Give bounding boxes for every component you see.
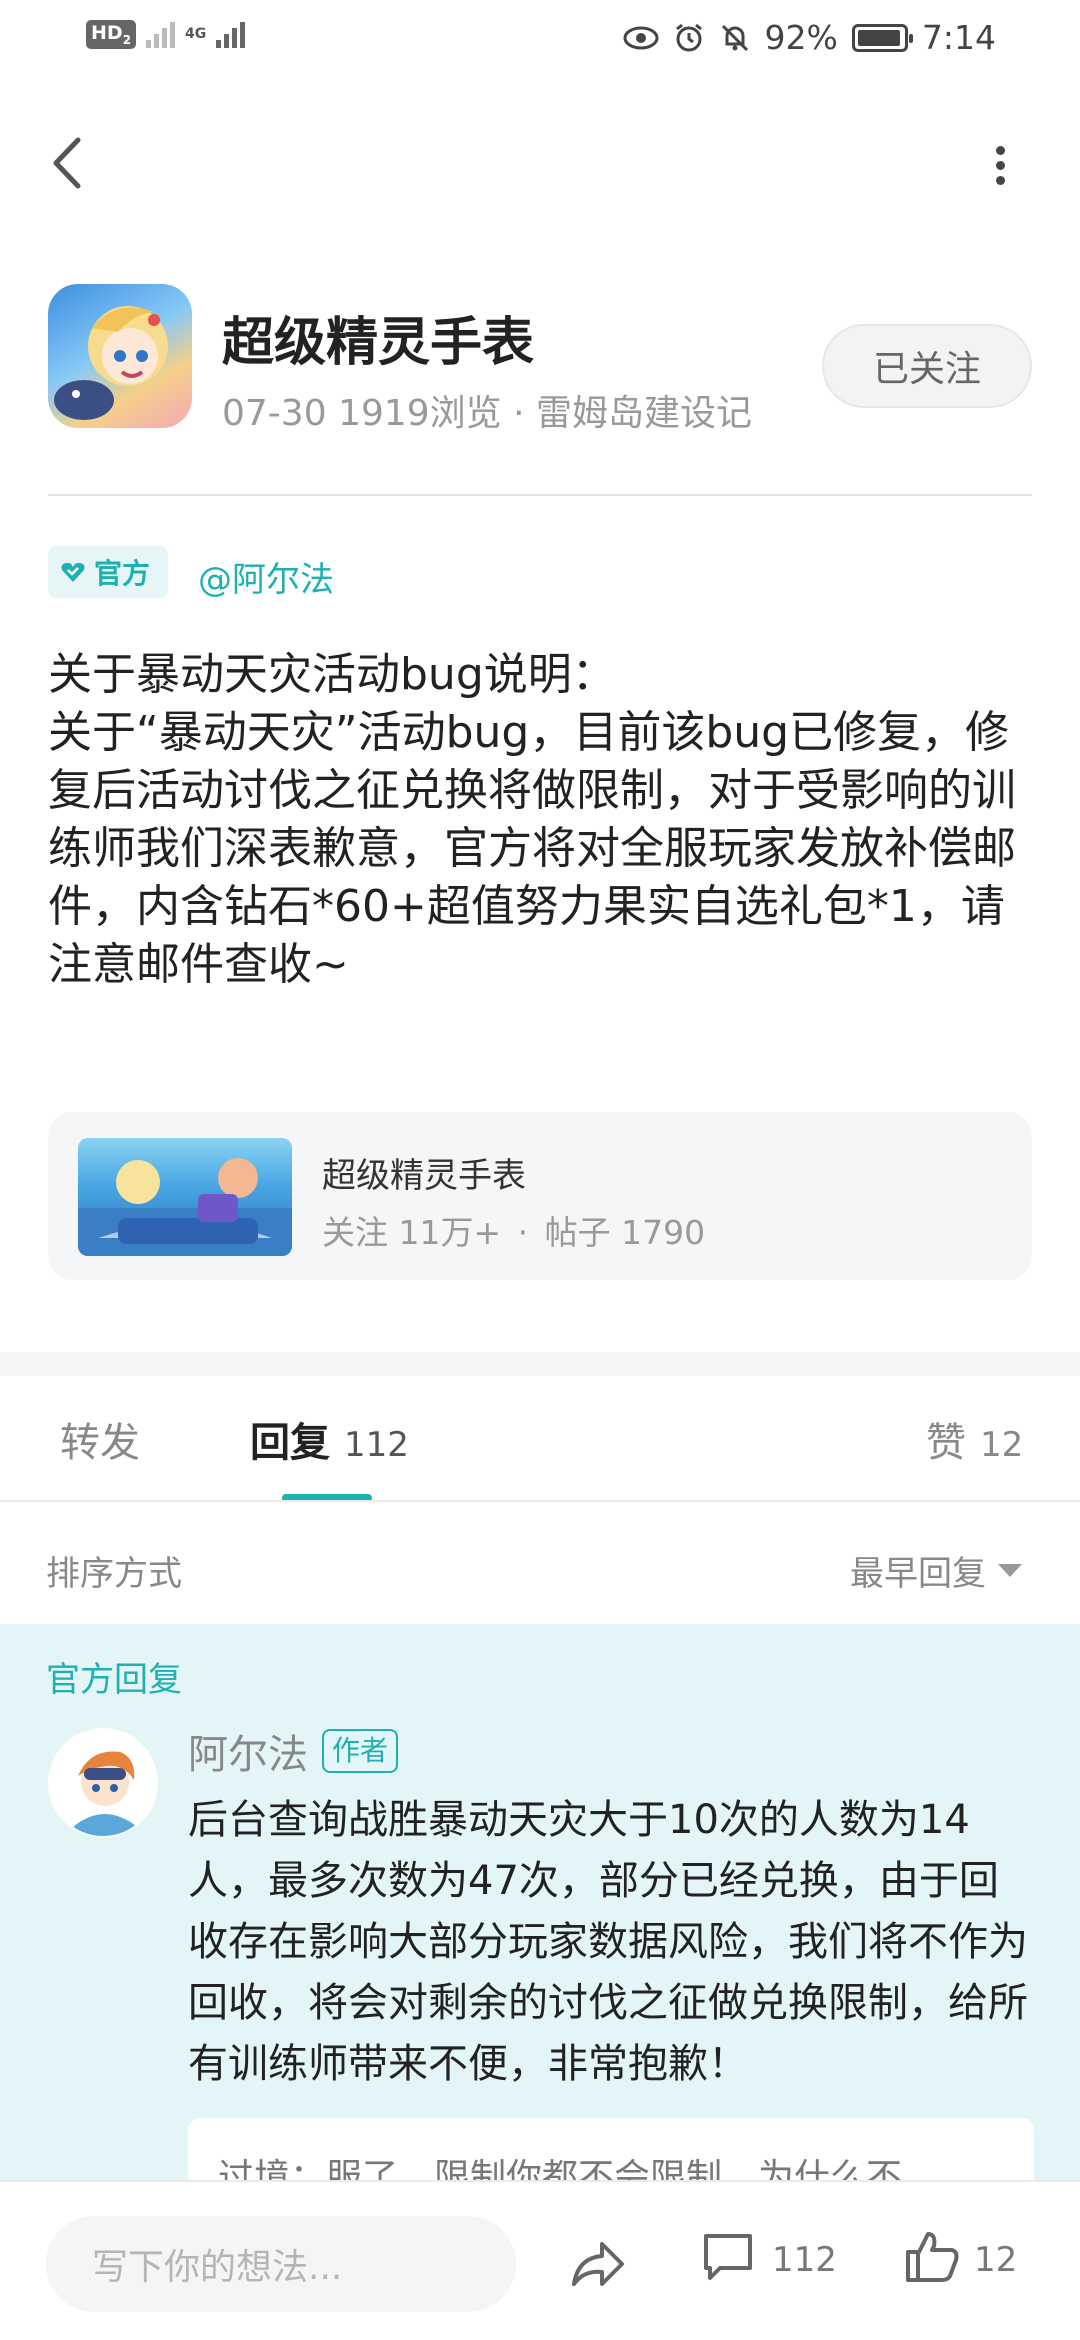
chevron-down-icon	[998, 1564, 1022, 1577]
comment-input[interactable]: 写下你的想法...	[46, 2216, 516, 2312]
hd-indicator: HD2	[86, 20, 137, 49]
comment-count: 112	[772, 2240, 837, 2280]
reply-author: 阿尔法 作者	[188, 1722, 399, 1780]
share-icon[interactable]	[566, 2234, 626, 2294]
follow-button[interactable]: 已关注	[822, 324, 1032, 408]
official-badge: 官方	[48, 546, 169, 598]
tab-forward[interactable]: 转发	[60, 1410, 140, 1468]
like-count: 12	[980, 1425, 1024, 1465]
clock: 7:14	[921, 18, 996, 57]
battery-icon	[851, 23, 913, 52]
more-options-icon[interactable]	[980, 140, 1020, 190]
post-views: 1919浏览	[338, 393, 502, 434]
signal-x-icon	[146, 20, 176, 49]
post-body-text: 关于“暴动天灾”活动bug，目前该bug已修复，修复后活动讨伐之征兑换将做限制，…	[48, 707, 1016, 990]
reply-count: 112	[344, 1425, 409, 1465]
divider	[0, 1500, 1080, 1502]
game-banner-image	[78, 1138, 292, 1256]
post-meta: 07-30 1919浏览 · 雷姆岛建设记	[222, 384, 752, 436]
tab-reply[interactable]: 回复 112	[250, 1410, 409, 1468]
like-count-bottom: 12	[974, 2240, 1018, 2280]
section-gap	[0, 1352, 1080, 1376]
game-card-title: 超级精灵手表	[322, 1156, 526, 1196]
post-body-heading: 关于暴动天灾活动bug说明：	[48, 649, 616, 700]
author-badge: 作者	[322, 1729, 399, 1773]
post-date: 07-30	[222, 393, 327, 434]
post-body: 关于暴动天灾活动bug说明： 关于“暴动天灾”活动bug，目前该bug已修复，修…	[48, 646, 1038, 994]
app-avatar[interactable]	[48, 284, 192, 428]
official-reply-label: 官方回复	[46, 1660, 182, 1700]
sort-label: 排序方式	[46, 1554, 182, 1594]
mention-link[interactable]: @阿尔法	[198, 552, 334, 601]
back-arrow-icon[interactable]	[44, 130, 88, 196]
reply-author-name[interactable]: 阿尔法	[188, 1722, 308, 1780]
sort-dropdown[interactable]: 最早回复	[850, 1546, 1022, 1595]
reply-text: 后台查询战胜暴动天灾大于10次的人数为14人，最多次数为47次，部分已经兑换，由…	[188, 1797, 1028, 2087]
signal-icon	[216, 20, 246, 49]
eye-icon	[623, 26, 659, 49]
avatar[interactable]	[48, 1728, 158, 1838]
status-bar: HD2 4G 92% 7:14	[0, 0, 1080, 80]
post-board[interactable]: 雷姆岛建设记	[536, 393, 752, 434]
meta-separator: ·	[513, 393, 525, 434]
mute-bell-icon	[721, 24, 748, 51]
heart-check-icon	[61, 562, 85, 582]
battery-percent: 92%	[764, 18, 838, 57]
game-card-stats: 关注 11万+ · 帖子 1790	[322, 1213, 706, 1252]
comment-icon[interactable]	[700, 2230, 756, 2286]
thumbs-up-icon[interactable]	[904, 2228, 960, 2284]
alarm-icon	[675, 23, 702, 51]
post-app-title: 超级精灵手表	[222, 313, 535, 373]
net-type-label: 4G	[185, 26, 207, 43]
divider	[48, 494, 1032, 496]
tab-like[interactable]: 赞 12	[926, 1410, 1023, 1468]
